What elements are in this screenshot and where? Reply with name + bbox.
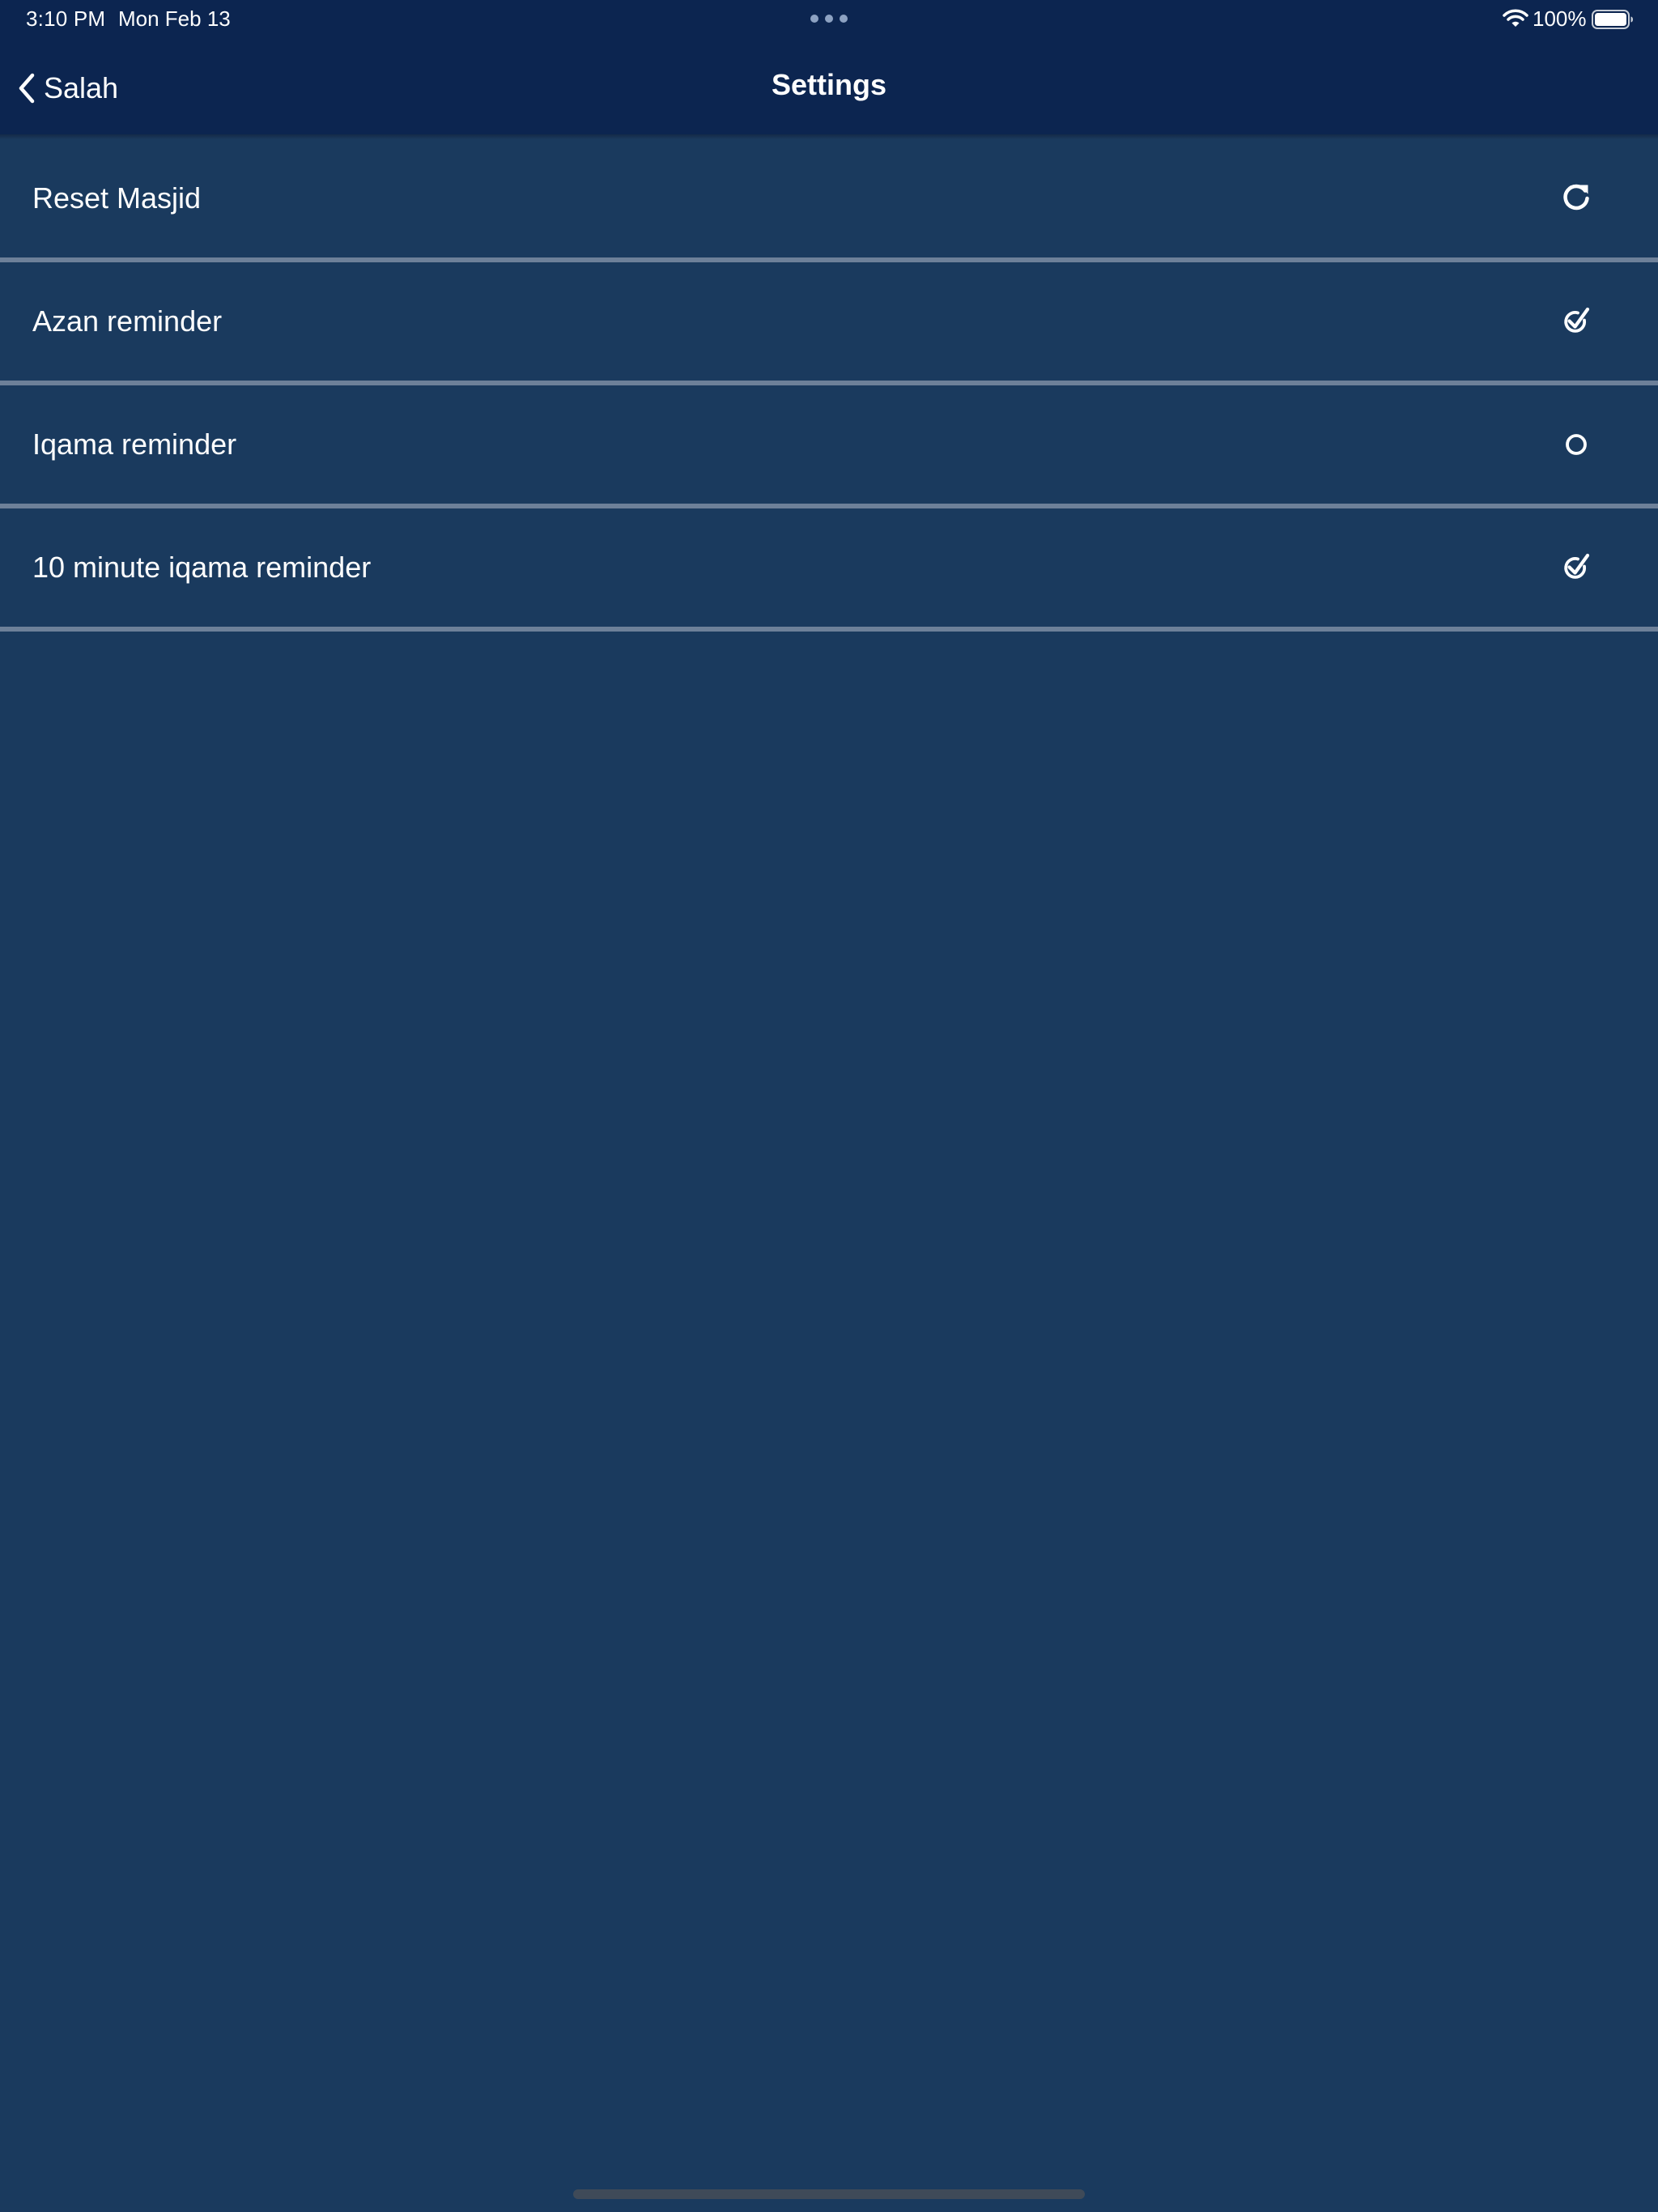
multitask-dots-icon[interactable] [810,15,848,24]
setting-row-azan-reminder[interactable]: Azan reminder [0,262,1658,385]
battery-percent: 100% [1533,6,1587,31]
header-bar: 3:10 PM Mon Feb 13 100% Salah Settings [0,0,1658,136]
settings-list: Reset Masjid Azan reminder Iqama reminde… [0,139,1658,632]
setting-row-10-minute-iqama-reminder[interactable]: 10 minute iqama reminder [0,508,1658,632]
check-circle-icon[interactable] [1559,304,1593,338]
setting-row-reset-masjid[interactable]: Reset Masjid [0,139,1658,262]
settings-screen: 3:10 PM Mon Feb 13 100% Salah Settings R… [0,0,1658,2212]
page-title: Settings [771,68,886,101]
check-circle-icon[interactable] [1559,551,1593,585]
status-time: 3:10 PM [26,6,106,31]
battery-icon [1592,10,1633,29]
setting-label: Reset Masjid [32,181,202,215]
wifi-icon [1503,9,1528,27]
status-date: Mon Feb 13 [118,6,231,31]
setting-label: Azan reminder [32,304,223,338]
circle-icon[interactable] [1559,428,1593,462]
setting-row-iqama-reminder[interactable]: Iqama reminder [0,385,1658,508]
refresh-icon[interactable] [1559,181,1593,215]
setting-label: 10 minute iqama reminder [32,551,372,584]
home-indicator[interactable] [573,2189,1085,2199]
setting-label: Iqama reminder [32,428,237,461]
